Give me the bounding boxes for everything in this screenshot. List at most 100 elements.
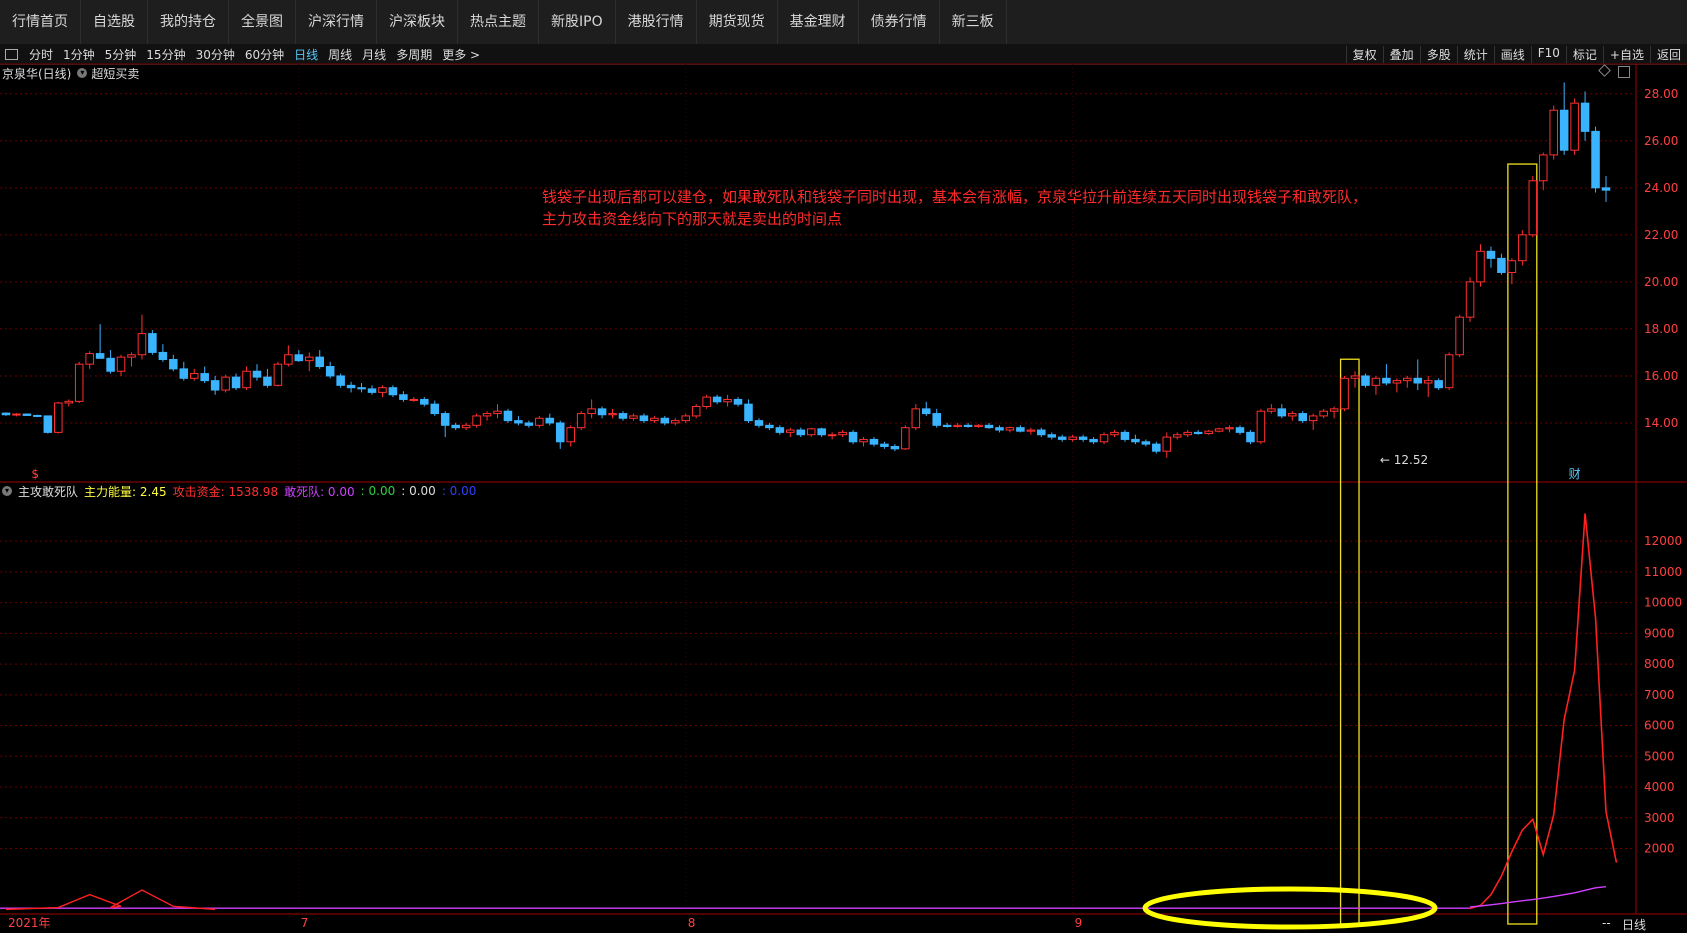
candle-body [493,410,502,415]
candle-body [1256,410,1266,443]
candle-body [1267,408,1276,412]
candle-body [555,422,565,443]
candle-body [1214,428,1224,432]
candle-body [1538,154,1548,182]
candle-body [367,388,377,393]
indicator-tick-label: 2000 [1644,842,1675,856]
candle-body [587,408,596,415]
indicator-early-line [5,889,216,911]
indicator-tick-label: 8000 [1644,657,1675,671]
chart-svg: 14.00 16.00 18.00 20.00 22.00 24.00 26.00 28.00… [0,63,1687,930]
candle-body [336,375,345,386]
candle-body [430,403,440,415]
candle-body [1444,354,1454,389]
candle-body [524,422,534,426]
price-tick-label: 26.00 [1644,134,1678,148]
candle-body [1288,413,1297,417]
candle-body [639,415,649,422]
candle-body [378,387,387,393]
candle-body [1329,408,1339,412]
indicator-series-line [1469,885,1607,908]
candle-body [148,333,157,353]
candle-body [921,408,931,415]
candle-body [22,413,32,416]
candle-body [1601,187,1611,191]
candle-body [1559,109,1569,151]
candle-body [388,387,398,396]
candle-body [1005,427,1015,431]
price-tick-label: 24.00 [1644,181,1678,195]
candle-body [901,427,910,450]
candle-body [859,438,868,443]
corner-mark: -- [1602,916,1611,930]
candle-body [796,429,806,436]
indicator-series-line [1469,513,1618,910]
bottom-period-label[interactable]: 日线 [1622,916,1646,933]
candle-body [451,424,460,429]
candle-body [95,353,105,359]
candle-body [346,384,356,389]
candle-body [880,443,889,447]
candle-body [1497,257,1506,273]
candle-body [1026,429,1036,432]
candle-body [85,353,94,365]
candle-body [158,351,168,360]
candle-body [671,420,680,424]
candle-body [514,420,523,424]
candle-body [1528,180,1538,236]
indicator-tick-label: 12000 [1644,534,1682,548]
candle-body [1350,375,1360,379]
price-tick-label: 28.00 [1644,87,1678,101]
candle-body [869,438,879,445]
candle-body [273,363,283,386]
candle-body [1570,102,1579,151]
price-annotation: ← 12.52 [1380,453,1428,467]
candle-body [775,427,785,433]
candle-body [1037,429,1046,436]
candle-body [1486,250,1496,259]
candle-body [1518,234,1527,262]
candle-body [1120,431,1130,440]
candle-body [461,424,471,429]
candle-body [942,424,952,427]
price-tick-label: 22.00 [1644,228,1678,242]
candle-body [1423,380,1433,384]
candle-body [1068,436,1077,440]
candle-body [911,408,921,429]
candle-body [963,424,973,427]
candle-body [1204,430,1213,435]
candle-body [1016,427,1025,432]
candle-body [169,358,178,370]
candle-body [74,363,84,402]
candle-body [1298,413,1307,422]
candle-body [744,403,753,422]
candle-body [1340,377,1349,410]
candle-body [765,424,774,429]
x-tick-label: 9 [1075,916,1083,930]
candle-body [357,387,366,390]
candle-body [1580,102,1590,132]
candle-body [1371,377,1381,386]
candle-body [1392,380,1402,384]
candle-body [1141,441,1151,445]
candle-body [1308,415,1318,422]
indicator-tick-label: 10000 [1644,596,1682,610]
candle-body [325,366,335,377]
candle-body [1507,260,1517,273]
maximize-icon[interactable] [1618,66,1630,78]
candle-body [263,376,272,386]
price-tick-label: 16.00 [1644,369,1678,383]
candle-body [723,398,732,403]
candle-body [116,356,126,372]
candle-body [608,413,617,416]
candle-body [953,424,962,427]
candle-body [1183,431,1192,436]
candle-body [33,414,42,417]
candle-body [231,376,241,389]
candle-body [786,429,795,433]
x-tick-label: 2021年 [8,916,51,930]
candle-body [1099,434,1109,443]
candle-body [43,415,53,433]
candle-body [420,398,429,405]
candle-body [137,333,147,356]
